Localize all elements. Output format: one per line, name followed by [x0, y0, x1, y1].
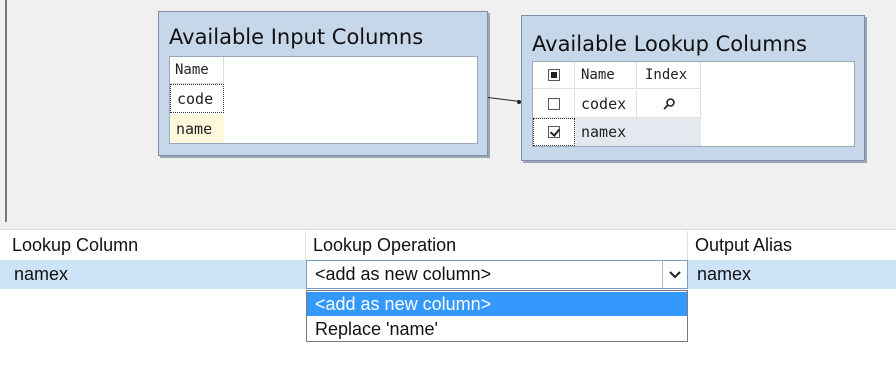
lookup-operation-combobox[interactable]: <add as new column> — [306, 260, 688, 289]
input-name-header: Name — [170, 57, 224, 84]
row-lookup-column[interactable]: namex — [5, 260, 306, 289]
search-key-icon — [662, 97, 675, 110]
namex-checkbox-cell[interactable] — [533, 118, 575, 146]
input-columns-table[interactable]: Available Input Columns Name code name — [158, 11, 488, 156]
chevron-down-icon — [669, 270, 681, 278]
input-column-name[interactable]: name — [170, 114, 224, 143]
option-replace-name[interactable]: Replace 'name' — [307, 317, 687, 341]
codex-checkbox-cell[interactable] — [533, 90, 575, 118]
codex-index-cell — [637, 90, 701, 118]
output-alias-header[interactable]: Output Alias — [688, 231, 896, 260]
dropdown-button[interactable] — [662, 261, 687, 288]
codex-checkbox[interactable] — [547, 97, 560, 110]
input-table-title: Available Input Columns — [169, 25, 424, 49]
lookup-column-header[interactable]: Lookup Column — [5, 231, 306, 260]
canvas-border — [5, 0, 7, 222]
mapping-grid-header: Lookup Column Lookup Operation Output Al… — [0, 231, 896, 260]
designer-canvas: Available Input Columns Name code name A… — [0, 0, 896, 222]
lookup-operation-dropdown-list[interactable]: <add as new column> Replace 'name' — [306, 290, 688, 342]
lookup-columns-grid: Name Index codex namex — [532, 61, 855, 147]
option-add-as-new-column[interactable]: <add as new column> — [307, 292, 687, 316]
panel-splitter[interactable] — [0, 222, 896, 230]
row-output-alias[interactable]: namex — [688, 260, 896, 289]
namex-checkbox[interactable] — [548, 126, 560, 138]
select-all-checkbox-cell[interactable] — [533, 62, 575, 89]
input-columns-grid: Name code name — [169, 56, 478, 144]
lookup-column-codex[interactable]: codex — [575, 90, 637, 118]
lookup-name-header: Name — [575, 62, 637, 89]
select-all-checkbox[interactable] — [547, 69, 560, 81]
lookup-operation-value[interactable]: <add as new column> — [315, 261, 491, 288]
lookup-columns-table[interactable]: Available Lookup Columns Name Index code… — [521, 15, 865, 161]
lookup-index-header: Index — [637, 62, 701, 89]
lookup-column-namex[interactable]: namex — [575, 118, 701, 146]
input-column-code[interactable]: code — [170, 84, 224, 113]
lookup-table-title: Available Lookup Columns — [532, 32, 807, 56]
lookup-operation-header[interactable]: Lookup Operation — [306, 231, 688, 260]
